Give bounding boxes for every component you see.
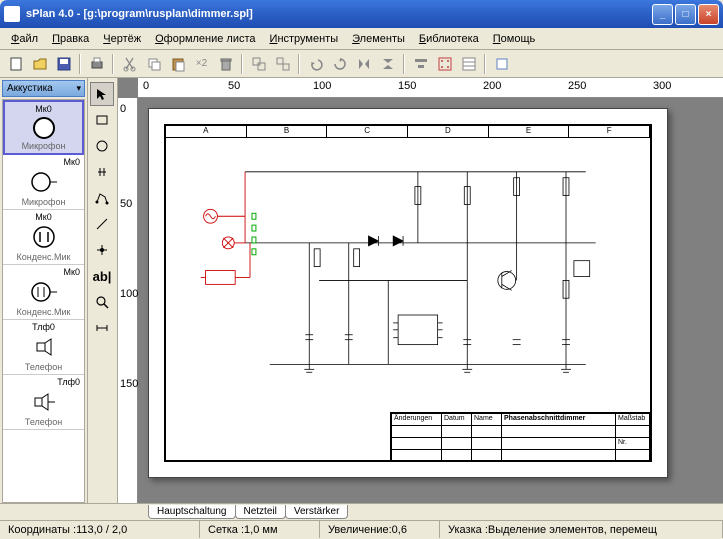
- rotate-button[interactable]: [328, 52, 351, 75]
- flip-v-button[interactable]: [376, 52, 399, 75]
- menu-edit[interactable]: Правка: [45, 31, 96, 47]
- window-title: sPlan 4.0 - [g:\program\rusplan\dimmer.s…: [26, 8, 652, 20]
- sheet-tab[interactable]: Hauptschaltung: [148, 505, 236, 519]
- canvas-area: 0 50 100 150 200 250 300 0 50 100 150 AB…: [118, 78, 723, 503]
- node-tool[interactable]: [90, 238, 114, 262]
- palette-item[interactable]: Мк0 Микрофон: [3, 155, 84, 210]
- line-tool[interactable]: [90, 212, 114, 236]
- status-coords: Координаты : 113,0 / 2,0: [0, 521, 200, 538]
- status-grid: Сетка : 1,0 мм: [200, 521, 320, 538]
- props-button[interactable]: [457, 52, 480, 75]
- copy-button[interactable]: [142, 52, 165, 75]
- pointer-tool[interactable]: [90, 82, 114, 106]
- status-hint: Указка : Выделение элементов, перемещ: [440, 521, 723, 538]
- snap-button[interactable]: [433, 52, 456, 75]
- sheet-tab[interactable]: Verstärker: [285, 505, 349, 519]
- palette-category-selector[interactable]: Аккустика: [2, 80, 85, 97]
- sheet-tabs-bar: Hauptschaltung Netzteil Verstärker: [0, 503, 723, 520]
- paste-button[interactable]: [166, 52, 189, 75]
- flip-h-button[interactable]: [352, 52, 375, 75]
- group-button[interactable]: [247, 52, 270, 75]
- window-controls: _ □ ×: [652, 4, 719, 25]
- align-button[interactable]: [409, 52, 432, 75]
- menubar: Файл Правка Чертёж Оформление листа Инст…: [0, 28, 723, 50]
- menu-library[interactable]: Библиотека: [412, 31, 486, 47]
- menu-sheet[interactable]: Оформление листа: [148, 31, 262, 47]
- rect-tool[interactable]: [90, 108, 114, 132]
- menu-elements[interactable]: Элементы: [345, 31, 412, 47]
- undo-button[interactable]: [304, 52, 327, 75]
- drawing-canvas[interactable]: ABCDEF: [138, 98, 723, 503]
- open-button[interactable]: [28, 52, 51, 75]
- palette-items: Мк0 Микрофон Мк0 Микрофон Мк0 Конденс.Ми…: [2, 99, 85, 503]
- palette-item[interactable]: Тлф0 Телефон: [3, 320, 84, 375]
- ruler-horizontal: 0 50 100 150 200 250 300: [138, 78, 723, 98]
- minimize-button[interactable]: _: [652, 4, 673, 25]
- titlebar: sPlan 4.0 - [g:\program\rusplan\dimmer.s…: [0, 0, 723, 28]
- ruler-vertical: 0 50 100 150: [118, 98, 138, 503]
- duplicate-button[interactable]: ×2: [190, 52, 213, 75]
- special-tool[interactable]: [90, 160, 114, 184]
- drawing-sheet: ABCDEF: [148, 108, 668, 478]
- circle-tool[interactable]: [90, 134, 114, 158]
- menu-file[interactable]: Файл: [4, 31, 45, 47]
- status-zoom: Увеличение: 0,6: [320, 521, 440, 538]
- menu-tools[interactable]: Инструменты: [263, 31, 346, 47]
- zoom-tool[interactable]: [90, 290, 114, 314]
- statusbar: Координаты : 113,0 / 2,0 Сетка : 1,0 мм …: [0, 520, 723, 538]
- sheet-column-headers: ABCDEF: [166, 126, 650, 138]
- close-button[interactable]: ×: [698, 4, 719, 25]
- print-button[interactable]: [85, 52, 108, 75]
- delete-button[interactable]: [214, 52, 237, 75]
- ungroup-button[interactable]: [271, 52, 294, 75]
- sheet-tab[interactable]: Netzteil: [235, 505, 286, 519]
- polygon-tool[interactable]: [90, 186, 114, 210]
- palette-item[interactable]: Мк0 Конденс.Мик: [3, 265, 84, 320]
- maximize-button[interactable]: □: [675, 4, 696, 25]
- toolbar: ×2: [0, 50, 723, 78]
- menu-drawing[interactable]: Чертёж: [96, 31, 148, 47]
- palette-item[interactable]: Мк0 Микрофон: [3, 100, 84, 155]
- measure-tool[interactable]: [90, 316, 114, 340]
- text-tool[interactable]: ab|: [90, 264, 114, 288]
- new-button[interactable]: [4, 52, 27, 75]
- menu-help[interactable]: Помощь: [486, 31, 543, 47]
- export-button[interactable]: [490, 52, 513, 75]
- component-palette: Аккустика Мк0 Микрофон Мк0 Микрофон Мк0 …: [0, 78, 88, 503]
- cut-button[interactable]: [118, 52, 141, 75]
- palette-item[interactable]: Мк0 Конденс.Мик: [3, 210, 84, 265]
- drawing-tools: ab|: [88, 78, 118, 503]
- circuit-schematic: [171, 141, 645, 410]
- title-block: Änderungen Datum Name Phasenabschnittdim…: [390, 412, 650, 460]
- app-icon: [4, 6, 20, 22]
- save-button[interactable]: [52, 52, 75, 75]
- palette-item[interactable]: Тлф0 Телефон: [3, 375, 84, 430]
- main-area: Аккустика Мк0 Микрофон Мк0 Микрофон Мк0 …: [0, 78, 723, 503]
